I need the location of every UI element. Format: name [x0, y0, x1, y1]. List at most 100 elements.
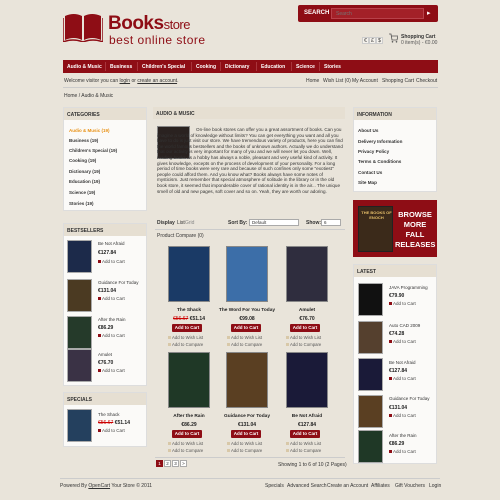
latest-title-item[interactable]: Be Not Afraid [389, 360, 416, 365]
add-to-wishlist-link[interactable]: Add to Wish List [286, 441, 321, 446]
latest-add-to-cart[interactable]: Add to Cart [389, 413, 416, 418]
product-name[interactable]: Guidance For Today [217, 414, 277, 419]
nav-stories[interactable]: Stories [324, 64, 341, 70]
footer-login[interactable]: Login [429, 483, 441, 489]
add-to-cart-button[interactable]: Add to Cart [231, 324, 261, 332]
bestseller-add-to-cart[interactable]: Add to Cart [98, 333, 125, 338]
add-to-compare-link[interactable]: Add to Compare [168, 448, 203, 453]
special-cover[interactable] [67, 409, 92, 442]
latest-cover[interactable] [358, 283, 383, 316]
search-input[interactable] [331, 8, 424, 19]
category-audio-music[interactable]: Audio & Music (19) [69, 128, 110, 133]
info-about-us[interactable]: About Us [358, 128, 378, 133]
page-3[interactable]: 3 [172, 460, 179, 467]
info-terms[interactable]: Terms & Conditions [358, 159, 401, 164]
category-cooking[interactable]: Cooking (19) [69, 158, 96, 163]
latest-add-to-cart[interactable]: Add to Cart [389, 376, 416, 381]
page-1[interactable]: 1 [156, 460, 163, 467]
footer-advanced-search[interactable]: Advanced Search [287, 483, 326, 489]
nav-education[interactable]: Education [261, 64, 285, 70]
footer-opencart-link[interactable]: OpenCart [88, 483, 110, 489]
add-to-compare-link[interactable]: Add to Compare [227, 342, 262, 347]
product-image[interactable] [168, 246, 210, 302]
bestseller-add-to-cart[interactable]: Add to Cart [98, 296, 125, 301]
product-name[interactable]: After the Rain [159, 414, 219, 419]
add-to-cart-button[interactable]: Add to Cart [172, 430, 202, 438]
sort-select[interactable]: Default [249, 219, 299, 226]
bestseller-title[interactable]: After the Rain [98, 317, 126, 322]
product-name[interactable]: Amulet [277, 308, 337, 313]
toplink-cart[interactable]: Shopping Cart [382, 78, 414, 84]
bestseller-title[interactable]: Be Not Afraid [98, 241, 125, 246]
promo-banner[interactable]: THE BOOKS OF ENOCH BROWSE MORE FALL RELEASE… [353, 200, 437, 257]
latest-title-item[interactable]: Auto CAD 2009 [389, 323, 420, 328]
display-list-link[interactable]: List [177, 220, 185, 226]
footer-create-account[interactable]: Create an Account [327, 483, 368, 489]
category-education[interactable]: Education (19) [69, 179, 100, 184]
add-to-wishlist-link[interactable]: Add to Wish List [227, 335, 262, 340]
latest-add-to-cart[interactable]: Add to Cart [389, 339, 416, 344]
nav-science[interactable]: Science [296, 64, 315, 70]
latest-title-item[interactable]: JAVA Programming [389, 285, 428, 290]
toplink-wishlist[interactable]: Wish List (0) [323, 78, 351, 84]
category-dictionary[interactable]: Dictionary (19) [69, 169, 100, 174]
footer-gift-vouchers[interactable]: Gift Vouchers [395, 483, 425, 489]
latest-title-item[interactable]: After the Rain [389, 433, 417, 438]
create-account-link[interactable]: create an account [137, 78, 177, 84]
nav-audio-music[interactable]: Audio & Music [67, 64, 102, 70]
special-add-to-cart[interactable]: Add to Cart [98, 428, 125, 433]
add-to-compare-link[interactable]: Add to Compare [286, 342, 321, 347]
product-image[interactable] [168, 352, 210, 408]
bestseller-cover[interactable] [67, 279, 92, 312]
breadcrumb[interactable]: Home / Audio & Music [64, 93, 113, 99]
toplink-checkout[interactable]: Checkout [416, 78, 437, 84]
category-science[interactable]: Science (19) [69, 190, 95, 195]
special-title[interactable]: The Shack [98, 412, 120, 417]
info-sitemap[interactable]: Site Map [358, 180, 377, 185]
bestseller-title[interactable]: Guidance For Today [98, 280, 138, 285]
latest-cover[interactable] [358, 321, 383, 354]
display-grid-link[interactable]: Grid [185, 220, 194, 226]
currency-euro[interactable]: € [362, 37, 369, 44]
product-image[interactable] [226, 352, 268, 408]
add-to-wishlist-link[interactable]: Add to Wish List [227, 441, 262, 446]
product-image[interactable] [286, 246, 328, 302]
nav-childrens-special[interactable]: Children's Special [142, 64, 185, 70]
nav-business[interactable]: Business [110, 64, 132, 70]
add-to-compare-link[interactable]: Add to Compare [286, 448, 321, 453]
info-contact[interactable]: Contact Us [358, 170, 382, 175]
currency-dollar[interactable]: $ [376, 37, 383, 44]
page-2[interactable]: 2 [164, 460, 171, 467]
bestseller-cover[interactable] [67, 240, 92, 273]
nav-cooking[interactable]: Cooking [196, 64, 216, 70]
add-to-wishlist-link[interactable]: Add to Wish List [168, 441, 203, 446]
currency-pound[interactable]: £ [369, 37, 376, 44]
brand-name[interactable]: Booksstore [108, 13, 190, 35]
toplink-account[interactable]: My Account [352, 78, 378, 84]
latest-title-item[interactable]: Guidance For Today [389, 396, 429, 401]
add-to-cart-button[interactable]: Add to Cart [172, 324, 202, 332]
latest-add-to-cart[interactable]: Add to Cart [389, 449, 416, 454]
latest-cover[interactable] [358, 395, 383, 428]
product-name[interactable]: The Word For You Today [217, 308, 277, 313]
product-compare-link[interactable]: Product Compare (0) [157, 233, 204, 239]
category-stories[interactable]: Stories (19) [69, 201, 94, 206]
product-name[interactable]: Be Not Afraid [277, 414, 337, 419]
add-to-compare-link[interactable]: Add to Compare [227, 448, 262, 453]
add-to-cart-button[interactable]: Add to Cart [290, 430, 320, 438]
category-childrens-special[interactable]: Children's Special (19) [69, 148, 117, 153]
bestseller-add-to-cart[interactable]: Add to Cart [98, 259, 125, 264]
add-to-cart-button[interactable]: Add to Cart [290, 324, 320, 332]
add-to-wishlist-link[interactable]: Add to Wish List [168, 335, 203, 340]
add-to-cart-button[interactable]: Add to Cart [231, 430, 261, 438]
latest-add-to-cart[interactable]: Add to Cart [389, 301, 416, 306]
add-to-wishlist-link[interactable]: Add to Wish List [286, 335, 321, 340]
bestseller-add-to-cart[interactable]: Add to Cart [98, 368, 125, 373]
add-to-compare-link[interactable]: Add to Compare [168, 342, 203, 347]
product-image[interactable] [286, 352, 328, 408]
cart-count[interactable]: 0 item(s) - €0.00 [401, 40, 437, 46]
login-link[interactable]: login [120, 78, 131, 84]
latest-cover[interactable] [358, 430, 383, 463]
bestseller-cover[interactable] [67, 316, 92, 349]
page-next[interactable]: > [180, 460, 187, 467]
